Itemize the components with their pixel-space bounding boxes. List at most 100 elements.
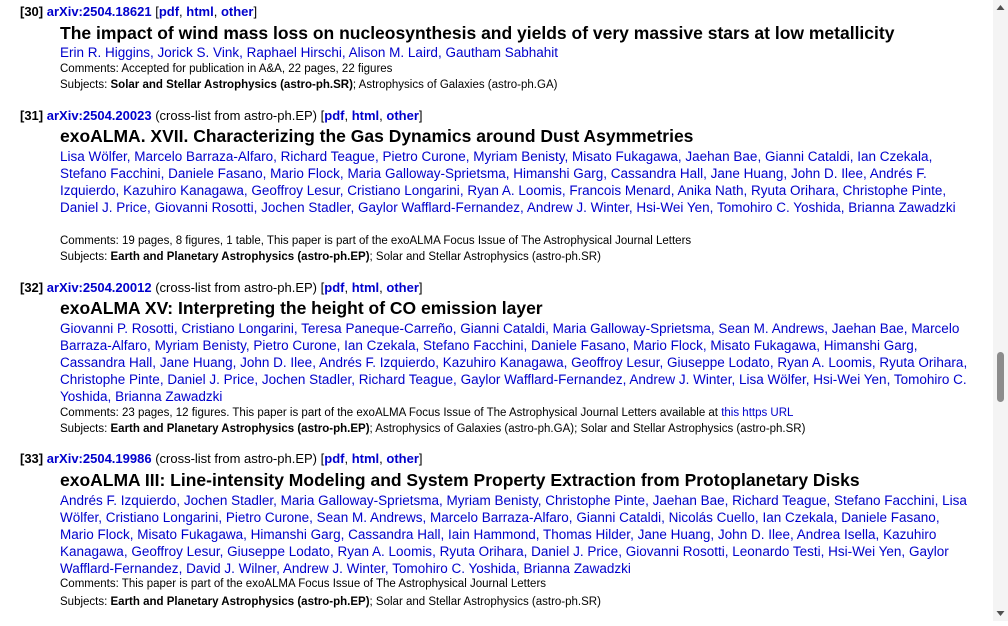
other-link[interactable]: other xyxy=(386,451,419,466)
author-link[interactable]: Gaylor Wafflard-Fernandez xyxy=(461,372,623,387)
html-link[interactable]: html xyxy=(352,108,379,123)
author-link[interactable]: Christophe Pinte xyxy=(60,372,160,387)
arxiv-id-link[interactable]: arXiv:2504.18621 xyxy=(47,4,152,19)
html-link[interactable]: html xyxy=(352,280,379,295)
author-link[interactable]: Christophe Pinte xyxy=(843,183,943,198)
author-link[interactable]: Daniel J. Price xyxy=(60,200,147,215)
author-link[interactable]: Gautham Sabhahit xyxy=(445,45,558,60)
author-link[interactable]: Sean M. Andrews xyxy=(718,321,824,336)
author-link[interactable]: Jane Huang xyxy=(711,166,784,181)
author-link[interactable]: Jane Huang xyxy=(638,527,711,542)
author-link[interactable]: Myriam Benisty xyxy=(473,149,564,164)
author-link[interactable]: Jorick S. Vink xyxy=(158,45,240,60)
author-link[interactable]: Lisa Wölfer xyxy=(60,149,127,164)
author-link[interactable]: Jaehan Bae xyxy=(653,493,725,508)
author-link[interactable]: Kazuhiro Kanagawa xyxy=(123,183,244,198)
other-link[interactable]: other xyxy=(386,108,419,123)
author-link[interactable]: Cristiano Longarini xyxy=(347,183,460,198)
author-link[interactable]: Tomohiro C. Yoshida xyxy=(717,200,841,215)
author-link[interactable]: Misato Fukagawa xyxy=(572,149,678,164)
author-link[interactable]: Tomohiro C. Yoshida xyxy=(392,561,516,576)
comments-url-link[interactable]: this https URL xyxy=(721,407,793,419)
other-link[interactable]: other xyxy=(221,4,254,19)
author-link[interactable]: Hsi-Wei Yen xyxy=(828,544,901,559)
author-link[interactable]: Ryan A. Loomis xyxy=(777,355,872,370)
author-link[interactable]: Brianna Zawadzki xyxy=(848,200,955,215)
author-link[interactable]: Andrew J. Winter xyxy=(629,372,731,387)
author-link[interactable]: John D. Ilee xyxy=(240,355,312,370)
author-link[interactable]: Himanshi Garg xyxy=(251,527,341,542)
author-link[interactable]: Giuseppe Lodato xyxy=(227,544,330,559)
author-link[interactable]: Ryan A. Loomis xyxy=(467,183,562,198)
author-link[interactable]: Francois Menard xyxy=(569,183,670,198)
author-link[interactable]: Jochen Stadler xyxy=(261,200,350,215)
author-link[interactable]: Maria Galloway-Sprietsma xyxy=(281,493,439,508)
author-link[interactable]: Geoffroy Lesur xyxy=(251,183,339,198)
author-link[interactable]: Himanshi Garg xyxy=(824,338,914,353)
author-link[interactable]: Andrés F. Izquierdo xyxy=(60,493,176,508)
author-link[interactable]: Sean M. Andrews xyxy=(317,510,423,525)
html-link[interactable]: html xyxy=(186,4,213,19)
pdf-link[interactable]: pdf xyxy=(324,280,344,295)
author-link[interactable]: Giovanni Rosotti xyxy=(155,200,254,215)
arxiv-id-link[interactable]: arXiv:2504.19986 xyxy=(47,451,152,466)
author-link[interactable]: Gianni Cataldi xyxy=(460,321,545,336)
author-link[interactable]: Stefano Facchini xyxy=(60,166,161,181)
author-link[interactable]: Daniel J. Price xyxy=(167,372,254,387)
author-link[interactable]: Stefano Facchini xyxy=(834,493,935,508)
author-link[interactable]: Ryuta Orihara xyxy=(879,355,963,370)
author-link[interactable]: Ian Czekala xyxy=(857,149,928,164)
author-link[interactable]: Pietro Curone xyxy=(226,510,309,525)
author-link[interactable]: Lisa Wölfer xyxy=(739,372,806,387)
author-link[interactable]: Teresa Paneque-Carreño xyxy=(301,321,453,336)
author-link[interactable]: Leonardo Testi xyxy=(732,544,820,559)
arxiv-id-link[interactable]: arXiv:2504.20012 xyxy=(47,280,152,295)
author-link[interactable]: Hsi-Wei Yen xyxy=(813,372,886,387)
author-link[interactable]: Christophe Pinte xyxy=(545,493,645,508)
author-link[interactable]: Daniele Fasano xyxy=(531,338,626,353)
author-link[interactable]: Nicolás Cuello xyxy=(669,510,755,525)
author-link[interactable]: Pietro Curone xyxy=(382,149,465,164)
other-link[interactable]: other xyxy=(386,280,419,295)
author-link[interactable]: Giuseppe Lodato xyxy=(667,355,770,370)
author-link[interactable]: Erin R. Higgins xyxy=(60,45,150,60)
author-link[interactable]: Daniele Fasano xyxy=(168,166,263,181)
author-link[interactable]: Himanshi Garg xyxy=(513,166,603,181)
triangle-up-icon[interactable] xyxy=(993,0,1008,15)
author-link[interactable]: Andrew J. Winter xyxy=(283,561,385,576)
author-link[interactable]: Geoffroy Lesur xyxy=(131,544,219,559)
author-link[interactable]: Ian Czekala xyxy=(344,338,415,353)
author-link[interactable]: Myriam Benisty xyxy=(446,493,537,508)
author-link[interactable]: Misato Fukagawa xyxy=(710,338,816,353)
author-link[interactable]: Richard Teague xyxy=(281,149,375,164)
author-link[interactable]: Iain Hammond xyxy=(448,527,536,542)
author-link[interactable]: John D. Ilee xyxy=(791,166,863,181)
author-link[interactable]: Ryuta Orihara xyxy=(751,183,835,198)
author-link[interactable]: Marcelo Barraza-Alfaro xyxy=(134,149,273,164)
author-link[interactable]: Cassandra Hall xyxy=(348,527,440,542)
vertical-scrollbar[interactable] xyxy=(993,0,1008,621)
author-link[interactable]: Daniel J. Price xyxy=(531,544,618,559)
author-link[interactable]: John D. Ilee xyxy=(718,527,790,542)
author-link[interactable]: Raphael Hirschi xyxy=(247,45,342,60)
author-link[interactable]: Richard Teague xyxy=(732,493,826,508)
author-link[interactable]: Gaylor Wafflard-Fernandez xyxy=(358,200,520,215)
html-link[interactable]: html xyxy=(352,451,379,466)
author-link[interactable]: Jaehan Bae xyxy=(832,321,904,336)
author-link[interactable]: Kazuhiro Kanagawa xyxy=(443,355,564,370)
author-link[interactable]: Maria Galloway-Sprietsma xyxy=(347,166,505,181)
author-link[interactable]: Ryuta Orihara xyxy=(440,544,524,559)
author-link[interactable]: David J. Wilner xyxy=(186,561,276,576)
author-link[interactable]: Giovanni Rosotti xyxy=(626,544,725,559)
author-link[interactable]: Cristiano Longarini xyxy=(106,510,219,525)
triangle-down-icon[interactable] xyxy=(993,606,1008,621)
author-link[interactable]: Anika Nath xyxy=(677,183,743,198)
author-link[interactable]: Cristiano Longarini xyxy=(181,321,294,336)
author-link[interactable]: Hsi-Wei Yen xyxy=(636,200,709,215)
author-link[interactable]: Mario Flock xyxy=(270,166,340,181)
author-link[interactable]: Andrea Isella xyxy=(797,527,876,542)
pdf-link[interactable]: pdf xyxy=(159,4,179,19)
author-link[interactable]: Cassandra Hall xyxy=(611,166,703,181)
author-link[interactable]: Stefano Facchini xyxy=(423,338,524,353)
scrollbar-thumb[interactable] xyxy=(997,352,1004,402)
